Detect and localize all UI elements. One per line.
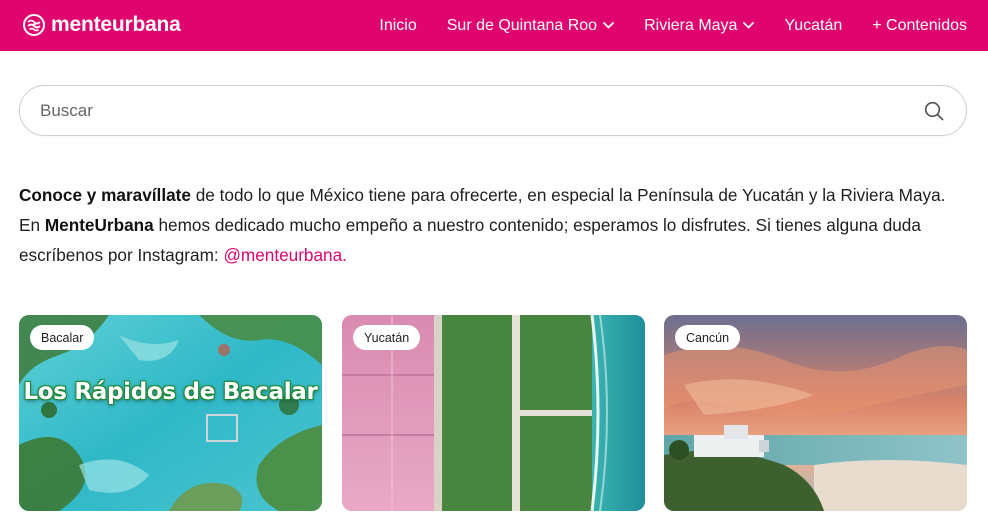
search-icon[interactable] <box>924 101 944 121</box>
search-input[interactable] <box>40 86 900 135</box>
nav-item-label: Sur de Quintana Roo <box>446 16 598 34</box>
search-bar <box>19 85 967 136</box>
article-card-yucatan[interactable]: Yucatán <box>342 315 645 511</box>
nav-item-label: Yucatán <box>784 16 843 34</box>
article-card-bacalar[interactable]: Bacalar Los Rápidos de Bacalar <box>19 315 322 511</box>
brand-name: menteurbana <box>51 13 181 36</box>
nav-item-inicio[interactable]: Inicio <box>379 17 416 35</box>
main-menu: Inicio Sur de Quintana Roo Riviera Maya … <box>349 0 967 51</box>
top-navigation-bar: menteurbana Inicio Sur de Quintana Roo R… <box>0 0 988 51</box>
nav-item-label: Inicio <box>379 16 417 34</box>
logo[interactable]: menteurbana <box>22 13 181 37</box>
nav-item-riviera-maya[interactable]: Riviera Maya <box>644 16 755 35</box>
category-tag[interactable]: Cancún <box>675 325 741 350</box>
chevron-down-icon <box>603 22 614 29</box>
nav-item-sur-de-quintana-roo[interactable]: Sur de Quintana Roo <box>447 17 614 35</box>
card-image-title: Los Rápidos de Bacalar <box>23 379 318 405</box>
intro-paragraph: Conoce y maravíllate de todo lo que Méxi… <box>19 180 969 270</box>
intro-text: hemos dedicado mucho empeño a nuestro co… <box>19 215 921 265</box>
intro-bold-phrase: Conoce y maravíllate <box>19 185 191 205</box>
category-tag[interactable]: Yucatán <box>353 325 421 350</box>
nav-item-label: + Contenidos <box>872 16 967 34</box>
instagram-link[interactable]: @menteurbana. <box>223 245 347 265</box>
nav-item-contenidos[interactable]: + Contenidos <box>872 17 967 35</box>
category-tag[interactable]: Bacalar <box>30 325 95 350</box>
nav-item-label: Riviera Maya <box>644 16 738 34</box>
brain-logo-icon <box>23 14 45 36</box>
chevron-down-icon <box>743 22 755 29</box>
intro-brand: MenteUrbana <box>44 215 154 235</box>
nav-item-yucatan[interactable]: Yucatán <box>784 17 842 35</box>
article-card-cancun[interactable]: Cancún <box>664 315 967 511</box>
